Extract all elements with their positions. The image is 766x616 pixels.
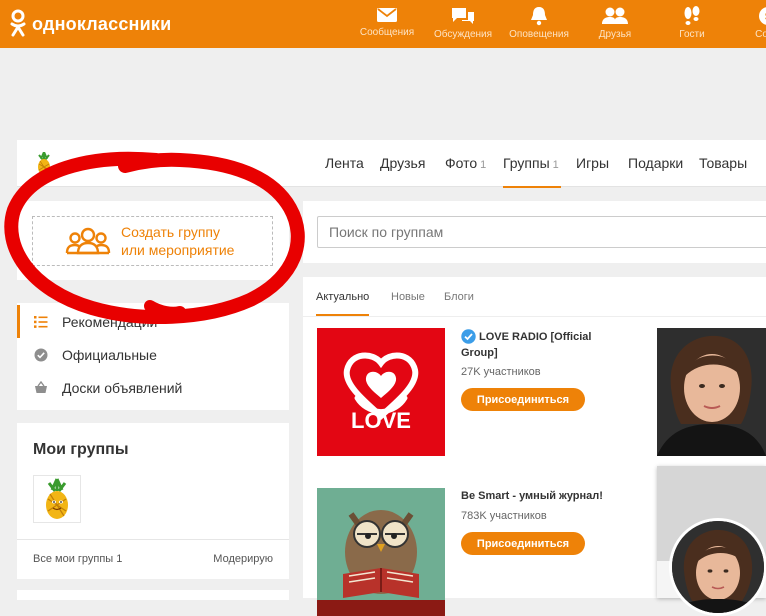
my-groups-panel: Мои группы Все мои группы 1 Модерирую	[17, 423, 289, 579]
pnav-groups-label: Группы	[503, 155, 550, 171]
nav-discussions[interactable]: Обсуждения	[425, 6, 501, 40]
pnav-feed-label: Лента	[325, 155, 364, 171]
person-photo-card[interactable]	[657, 328, 766, 456]
side-menu-item-recommendations[interactable]: Рекомендации	[17, 305, 289, 338]
owl-reading-icon	[317, 488, 445, 616]
pnav-photos-count: 1	[480, 159, 487, 171]
avatar-photo-icon	[672, 521, 764, 613]
nav-events[interactable]: $ Собы	[730, 6, 766, 40]
nav-notifications[interactable]: Оповещения	[501, 6, 577, 40]
pnav-groups[interactable]: Группы 1	[503, 155, 561, 188]
group-title-love-radio[interactable]: LOVE RADIO [Official Group]	[461, 329, 611, 361]
pnav-photos[interactable]: Фото 1	[445, 155, 486, 171]
create-group-line1: Создать группу	[121, 224, 220, 240]
side-menu: Рекомендации Официальные Доски объявлени…	[17, 303, 289, 410]
nav-guests-label: Гости	[679, 29, 705, 40]
group-image-be-smart[interactable]	[317, 488, 445, 616]
logo[interactable]: одноклассники	[10, 9, 171, 39]
group-title-be-smart[interactable]: Be Smart - умный журнал!	[461, 488, 631, 504]
love-logo-text: LOVE	[351, 408, 411, 433]
pnav-games[interactable]: Игры	[576, 155, 609, 171]
nav-notifications-label: Оповещения	[509, 29, 569, 40]
next-panel-stub	[17, 590, 289, 600]
group-members-love-radio: 27K участников	[461, 366, 541, 378]
nav-messages-label: Сообщения	[359, 27, 415, 38]
profile-hover-popup	[657, 466, 766, 616]
tab-new[interactable]: Новые	[391, 291, 425, 303]
pnav-games-label: Игры	[576, 155, 610, 171]
profile-nav-bar: Лента Друзья Фото 1 Группы 1 Игры Подарки …	[17, 140, 766, 188]
side-menu-label: Доски объявлений	[62, 379, 183, 396]
brand-name: одноклассники	[32, 13, 172, 34]
envelope-icon	[377, 8, 397, 22]
create-group-line2: или мероприятие	[121, 242, 235, 258]
pnav-gifts[interactable]: Подарки	[628, 155, 683, 171]
side-menu-label: Рекомендации	[62, 313, 158, 330]
love-radio-logo-icon: LOVE	[343, 352, 419, 433]
check-badge-icon	[33, 347, 49, 363]
nav-guests[interactable]: Гости	[654, 6, 730, 40]
basket-icon	[33, 380, 49, 396]
nav-friends-label: Друзья	[598, 29, 632, 40]
pnav-goods-label: Товары	[699, 155, 748, 171]
banner-area	[0, 48, 766, 140]
my-groups-title: Мои группы	[33, 441, 129, 458]
tab-blogs[interactable]: Блоги	[444, 291, 474, 303]
bell-icon	[531, 7, 547, 26]
person-photo-icon	[657, 328, 766, 456]
group-members-be-smart: 783K участников	[461, 510, 547, 522]
pnav-feed[interactable]: Лента	[325, 155, 364, 171]
pnav-friends-label: Друзья	[380, 155, 426, 171]
group-people-icon	[65, 227, 111, 255]
side-menu-item-boards[interactable]: Доски объявлений	[17, 371, 289, 404]
groups-tabs: Актуально Новые Блоги	[303, 277, 766, 317]
chat-bubbles-icon	[452, 8, 474, 24]
create-group-button[interactable]: Создать группу или мероприятие	[32, 216, 273, 266]
group-image-love-radio[interactable]: LOVE	[317, 328, 445, 456]
coin-icon: $	[759, 7, 766, 25]
nav-discussions-label: Обсуждения	[433, 29, 493, 40]
search-panel	[303, 201, 766, 263]
nav-friends[interactable]: Друзья	[577, 6, 653, 40]
pnav-groups-count: 1	[552, 159, 559, 171]
profile-avatar-icon[interactable]	[35, 152, 53, 176]
join-button-love-radio[interactable]: Присоединиться	[461, 388, 585, 411]
footprints-icon	[684, 6, 700, 25]
my-groups-footer: Все мои группы 1 Модерирую	[17, 539, 289, 579]
popup-avatar[interactable]	[669, 518, 766, 616]
create-group-panel: Создать группу или мероприятие	[17, 201, 289, 280]
tab-actual[interactable]: Актуально	[316, 291, 370, 316]
top-bar: одноклассники Сообщения Обсуждения Опове…	[0, 0, 766, 48]
group-search-input[interactable]	[317, 216, 766, 248]
side-menu-label: Официальные	[62, 346, 157, 363]
side-menu-item-official[interactable]: Официальные	[17, 338, 289, 371]
all-my-groups-link[interactable]: Все мои группы 1	[33, 553, 122, 565]
create-group-label: Создать группу или мероприятие	[121, 223, 234, 259]
pnav-friends[interactable]: Друзья	[380, 155, 425, 171]
pnav-gifts-label: Подарки	[628, 155, 684, 171]
pnav-photos-label: Фото	[445, 155, 478, 171]
nav-events-label: Собы	[755, 29, 766, 40]
pnav-goods[interactable]: Товары	[699, 155, 747, 171]
ok-logo-icon	[10, 9, 26, 37]
my-group-thumbnail[interactable]	[33, 475, 81, 523]
groups-feed: Актуально Новые Блоги LOVE LOVE RADIO [O…	[303, 277, 766, 616]
people-icon	[602, 7, 628, 24]
pineapple-icon	[46, 478, 68, 519]
moderating-link[interactable]: Модерирую	[213, 553, 273, 565]
nav-messages[interactable]: Сообщения	[349, 6, 425, 38]
list-icon	[33, 314, 49, 330]
join-button-be-smart[interactable]: Присоединиться	[461, 532, 585, 555]
